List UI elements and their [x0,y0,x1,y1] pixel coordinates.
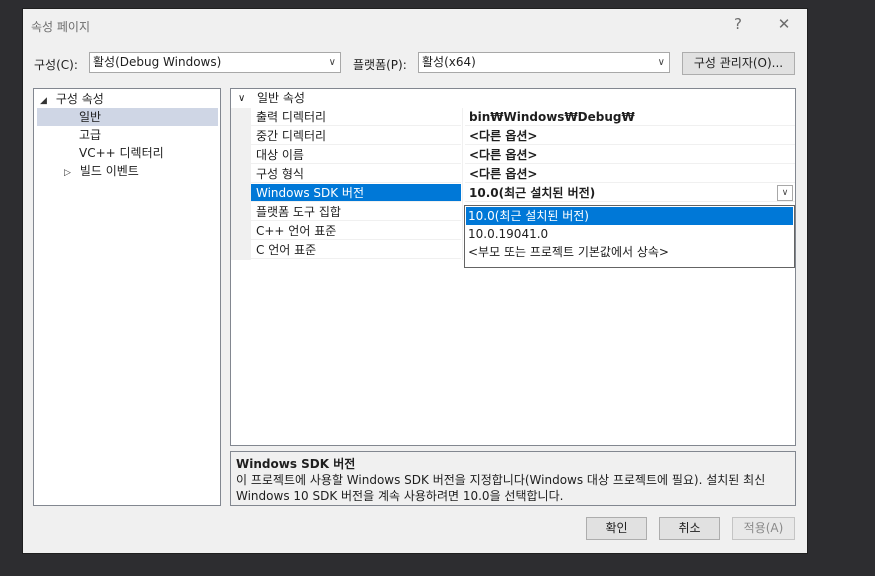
property-name: 대상 이름 [251,146,461,164]
property-pages-dialog: 속성 페이지 ? ✕ 구성(C): 활성(Debug Windows) ∨ 플랫… [23,9,807,553]
property-name: 출력 디렉터리 [251,108,461,126]
property-name: 중간 디렉터리 [251,127,461,145]
tree-item-vc-directories[interactable]: VC++ 디렉터리 [79,144,164,162]
property-tree: ◢ 구성 속성 일반 고급 VC++ 디렉터리 ▷ 빌드 이벤트 [33,88,221,506]
property-row-intermediate-directory[interactable]: 중간 디렉터리 <다른 옵션> [231,127,795,146]
platform-label: 플랫폼(P): [353,58,407,72]
description-text: 이 프로젝트에 사용할 Windows SDK 버전을 지정합니다(Window… [236,473,766,503]
tree-item-build-events-label: 빌드 이벤트 [79,164,139,178]
apply-button[interactable]: 적용(A) [732,517,795,540]
help-button[interactable]: ? [729,15,747,33]
property-value[interactable]: bin₩Windows₩Debug₩ [465,108,795,126]
property-value[interactable]: <다른 옵션> [465,127,795,145]
tree-root-config-properties[interactable]: ◢ 구성 속성 [40,90,104,108]
chevron-down-icon: ∨ [328,57,336,68]
property-name: 구성 형식 [251,165,461,183]
property-value[interactable]: 10.0(최근 설치된 버전) [465,184,795,202]
dialog-title: 속성 페이지 [31,20,91,34]
config-manager-button[interactable]: 구성 관리자(O)... [682,52,795,75]
property-name: C++ 언어 표준 [251,222,461,240]
dropdown-option[interactable]: 10.0(최근 설치된 버전) [466,207,793,225]
property-name: 플랫폼 도구 집합 [251,203,461,221]
close-button[interactable]: ✕ [775,15,793,33]
config-label: 구성(C): [34,58,78,72]
platform-combo[interactable]: 활성(x64) ∨ [418,52,670,73]
tree-item-build-events[interactable]: ▷ 빌드 이벤트 [64,162,139,180]
config-combo[interactable]: 활성(Debug Windows) ∨ [89,52,341,73]
chevron-down-icon: ∨ [657,57,665,68]
property-row-windows-sdk-version[interactable]: Windows SDK 버전 10.0(최근 설치된 버전) ∨ [231,184,795,203]
triangle-right-icon[interactable]: ▷ [64,164,76,182]
sdk-version-dropdown-list: 10.0(최근 설치된 버전) 10.0.19041.0 <부모 또는 프로젝트… [464,205,795,268]
property-value[interactable]: <다른 옵션> [465,165,795,183]
tree-root-label: 구성 속성 [55,92,104,106]
property-row-target-name[interactable]: 대상 이름 <다른 옵션> [231,146,795,165]
category-general-properties[interactable]: ∨ 일반 속성 [231,89,795,108]
config-combo-value: 활성(Debug Windows) [93,55,222,69]
property-name: Windows SDK 버전 [251,184,461,202]
tree-item-advanced[interactable]: 고급 [79,126,101,144]
tree-item-general[interactable]: 일반 [37,108,218,126]
property-name: C 언어 표준 [251,241,461,259]
chevron-down-icon[interactable]: ∨ [238,89,245,108]
property-row-output-directory[interactable]: 출력 디렉터리 bin₩Windows₩Debug₩ [231,108,795,127]
dropdown-option[interactable]: <부모 또는 프로젝트 기본값에서 상속> [466,243,793,261]
cancel-button[interactable]: 취소 [659,517,720,540]
property-value[interactable]: <다른 옵션> [465,146,795,164]
ok-button[interactable]: 확인 [586,517,647,540]
category-label: 일반 속성 [257,91,305,105]
property-row-configuration-type[interactable]: 구성 형식 <다른 옵션> [231,165,795,184]
description-title: Windows SDK 버전 [236,457,356,471]
dropdown-option[interactable]: 10.0.19041.0 [466,225,793,243]
chevron-down-icon[interactable]: ∨ [777,185,793,201]
platform-combo-value: 활성(x64) [422,55,476,69]
description-panel: Windows SDK 버전 이 프로젝트에 사용할 Windows SDK 버… [230,451,796,506]
